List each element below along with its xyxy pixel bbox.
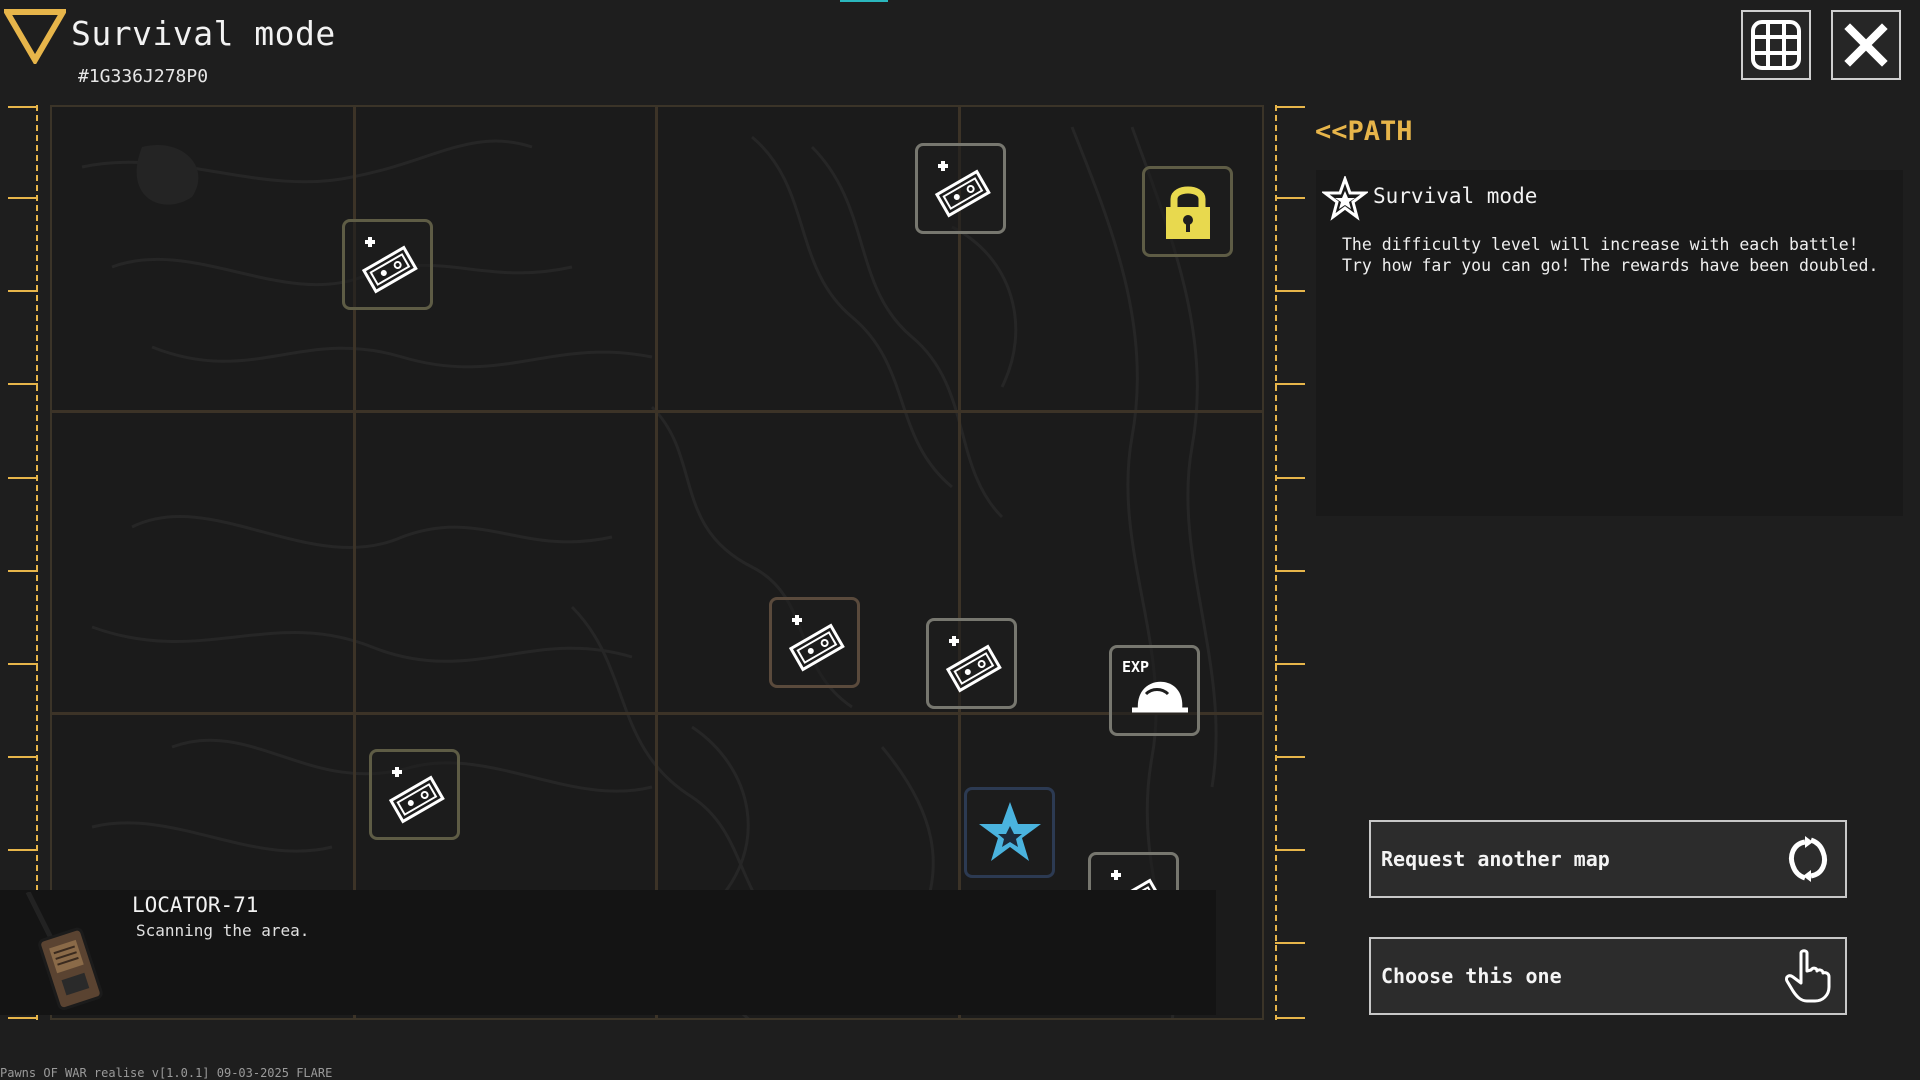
choose-this-map-button[interactable]: Choose this one xyxy=(1369,937,1847,1015)
map-node-reward[interactable] xyxy=(769,597,860,688)
map-node-reward[interactable] xyxy=(926,618,1017,709)
left-ruler xyxy=(8,105,38,1020)
mode-description: The difficulty level will increase with … xyxy=(1342,235,1879,275)
grid-icon xyxy=(1751,20,1801,70)
version-label: Pawns OF WAR realise v[1.0.1] 09-03-2025… xyxy=(0,1066,333,1080)
request-another-map-button[interactable]: Request another map xyxy=(1369,820,1847,898)
star-outline-icon xyxy=(1322,176,1368,221)
cash-reward-icon xyxy=(945,635,1002,692)
right-ruler xyxy=(1275,105,1305,1020)
cash-reward-icon xyxy=(388,766,445,823)
grid-line xyxy=(655,107,658,1018)
padlock-icon xyxy=(1165,186,1210,239)
grid-toggle-button[interactable] xyxy=(1741,10,1811,80)
grid-line xyxy=(958,107,961,1018)
map-node-current[interactable] xyxy=(964,787,1055,878)
campaign-map: EXP xyxy=(50,105,1264,1020)
map-node-reward[interactable] xyxy=(915,143,1006,234)
map-node-reward[interactable] xyxy=(369,749,460,840)
cash-reward-icon xyxy=(361,236,418,293)
radio-icon xyxy=(25,892,103,1011)
top-accent-bar xyxy=(840,0,888,2)
grid-line xyxy=(52,712,1262,715)
star-icon xyxy=(978,801,1041,861)
map-node-locked[interactable] xyxy=(1142,166,1233,257)
page-title: Survival mode xyxy=(71,14,336,53)
cash-reward-icon xyxy=(934,160,991,217)
map-node-reward[interactable] xyxy=(342,219,433,310)
mode-info-panel xyxy=(1316,170,1903,516)
hand-pointer-icon xyxy=(1785,949,1831,1003)
map-seed-code: #1G336J278P0 xyxy=(78,66,209,87)
request-button-label: Request another map xyxy=(1381,847,1610,871)
mode-title: Survival mode xyxy=(1373,184,1538,208)
path-back-link[interactable]: <<PATH xyxy=(1315,116,1413,147)
locator-name: LOCATOR-71 xyxy=(132,893,259,917)
mode-logo-icon xyxy=(4,9,66,64)
map-node-exp[interactable]: EXP xyxy=(1109,645,1200,736)
locator-status: Scanning the area. xyxy=(136,921,310,940)
svg-text:EXP: EXP xyxy=(1122,658,1149,676)
close-button[interactable] xyxy=(1831,10,1901,80)
refresh-icon xyxy=(1789,836,1827,882)
exp-helmet-icon: EXP xyxy=(1122,658,1188,712)
terrain-contours xyxy=(81,126,1218,1018)
cash-reward-icon xyxy=(788,614,845,671)
close-icon xyxy=(1844,23,1888,67)
choose-button-label: Choose this one xyxy=(1381,964,1562,988)
grid-line xyxy=(52,410,1262,413)
